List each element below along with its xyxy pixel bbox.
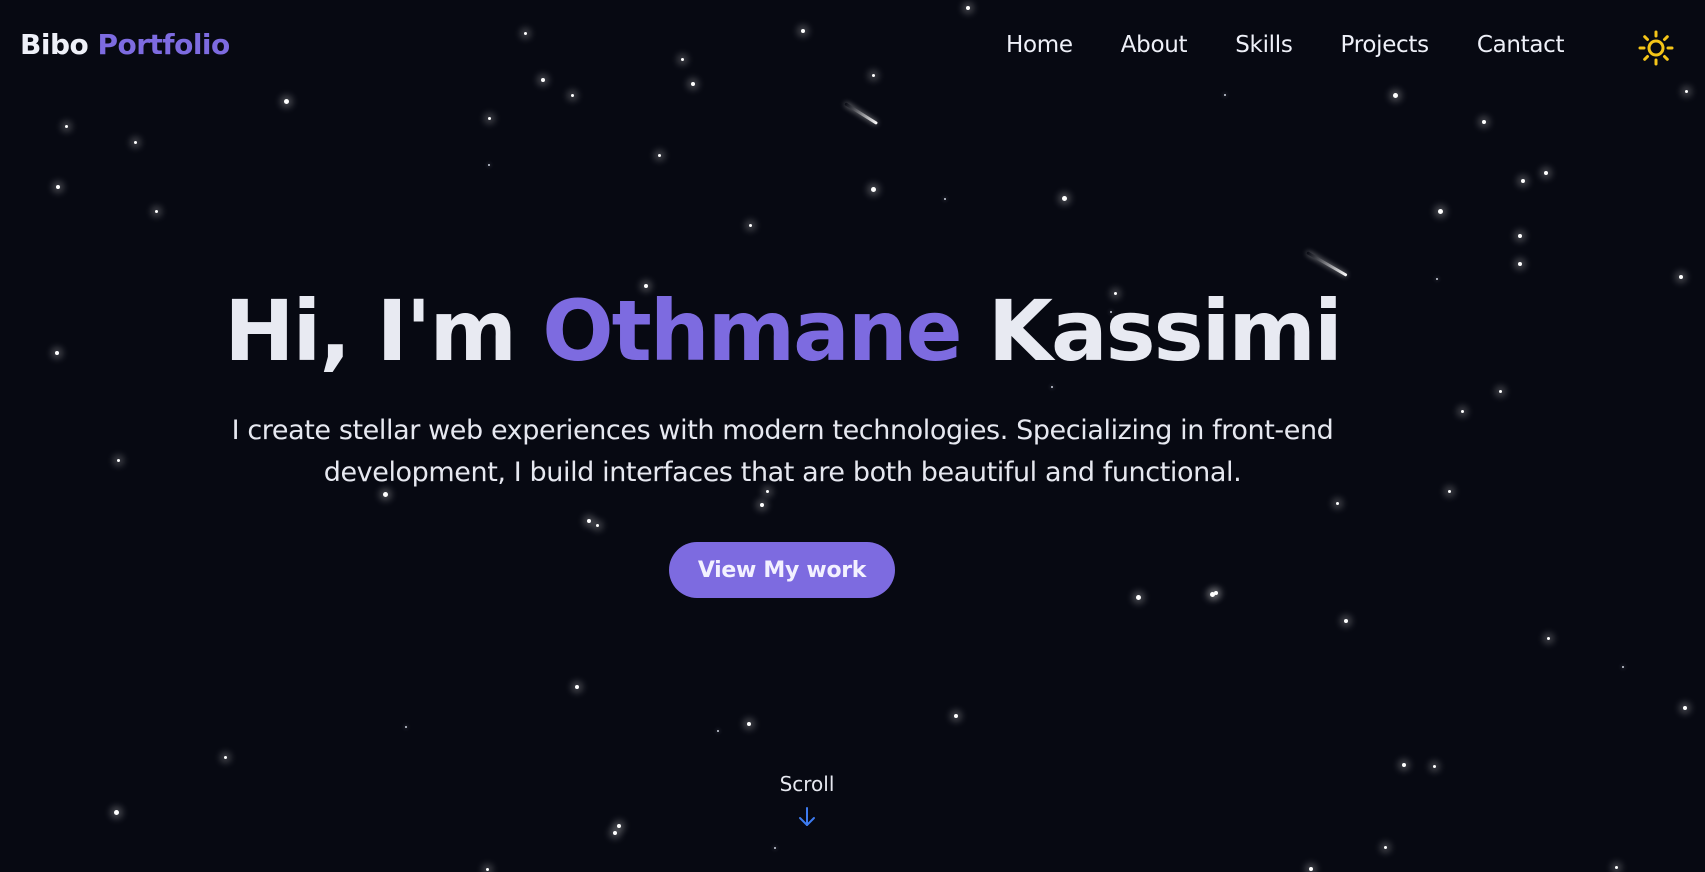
hero-title: Hi, I'm Othmane Kassimi: [0, 282, 1565, 380]
brand-second: Portfolio: [97, 28, 230, 61]
star: [1309, 867, 1313, 871]
star: [1135, 594, 1141, 600]
star: [1622, 666, 1624, 668]
sun-icon: [1638, 30, 1674, 66]
star: [1544, 171, 1548, 175]
star: [617, 824, 621, 828]
brand-first: Bibo: [20, 28, 89, 61]
star: [283, 98, 289, 104]
star: [774, 847, 776, 849]
star: [1335, 501, 1339, 505]
star: [405, 726, 407, 728]
star: [954, 714, 958, 718]
star: [570, 93, 574, 97]
star: [1224, 94, 1226, 96]
star: [1436, 278, 1438, 280]
star: [760, 503, 764, 507]
star: [1447, 489, 1451, 493]
star: [1383, 845, 1387, 849]
star: [587, 519, 591, 523]
star: [116, 458, 120, 462]
hero-greeting: Hi, I'm: [224, 282, 517, 380]
scroll-indicator[interactable]: Scroll: [757, 772, 857, 828]
star: [1683, 706, 1687, 710]
star: [1432, 764, 1436, 768]
star: [1437, 208, 1443, 214]
star: [1051, 386, 1053, 388]
star: [1546, 636, 1550, 640]
star: [575, 685, 579, 689]
scroll-label: Scroll: [779, 772, 835, 796]
star: [1460, 409, 1464, 413]
hero-last-name: Kassimi: [987, 282, 1343, 380]
star: [1614, 865, 1618, 869]
shooting-star: [844, 102, 879, 125]
star: [944, 198, 946, 200]
portfolio-page: Bibo Portfolio Home About Skills Project…: [0, 0, 1705, 872]
star: [64, 124, 68, 128]
star: [1392, 92, 1398, 98]
star: [717, 730, 719, 732]
star: [56, 185, 60, 189]
nav-home[interactable]: Home: [1006, 32, 1073, 58]
site-header: Bibo Portfolio Home About Skills Project…: [0, 0, 1705, 92]
main-nav: Home About Skills Projects Cantact: [1006, 32, 1612, 58]
nav-projects[interactable]: Projects: [1341, 32, 1430, 58]
star: [1521, 179, 1525, 183]
star: [1679, 275, 1683, 279]
star: [747, 722, 751, 726]
star: [657, 153, 661, 157]
star: [154, 209, 158, 213]
star: [1214, 591, 1218, 595]
star: [1402, 763, 1406, 767]
star: [487, 116, 491, 120]
star: [1498, 389, 1502, 393]
star: [748, 223, 752, 227]
star: [133, 140, 137, 144]
nav-about[interactable]: About: [1121, 32, 1188, 58]
view-my-work-button[interactable]: View My work: [669, 542, 895, 598]
star: [1344, 619, 1348, 623]
nav-skills[interactable]: Skills: [1235, 32, 1293, 58]
star: [1482, 120, 1486, 124]
star: [1061, 195, 1067, 201]
star: [613, 831, 617, 835]
shooting-star: [1306, 251, 1348, 277]
star: [595, 523, 599, 527]
star: [1518, 262, 1522, 266]
star: [870, 186, 876, 192]
theme-toggle-button[interactable]: [1638, 30, 1674, 66]
star: [1518, 234, 1522, 238]
hero-subtitle: I create stellar web experiences with mo…: [231, 415, 1334, 488]
nav-contact[interactable]: Cantact: [1477, 32, 1565, 58]
star: [488, 164, 490, 166]
star: [223, 755, 227, 759]
star: [113, 809, 119, 815]
brand-logo[interactable]: Bibo Portfolio: [20, 28, 230, 61]
arrow-down-icon: [799, 807, 815, 826]
star: [485, 867, 489, 871]
hero-first-name: Othmane: [542, 282, 962, 380]
